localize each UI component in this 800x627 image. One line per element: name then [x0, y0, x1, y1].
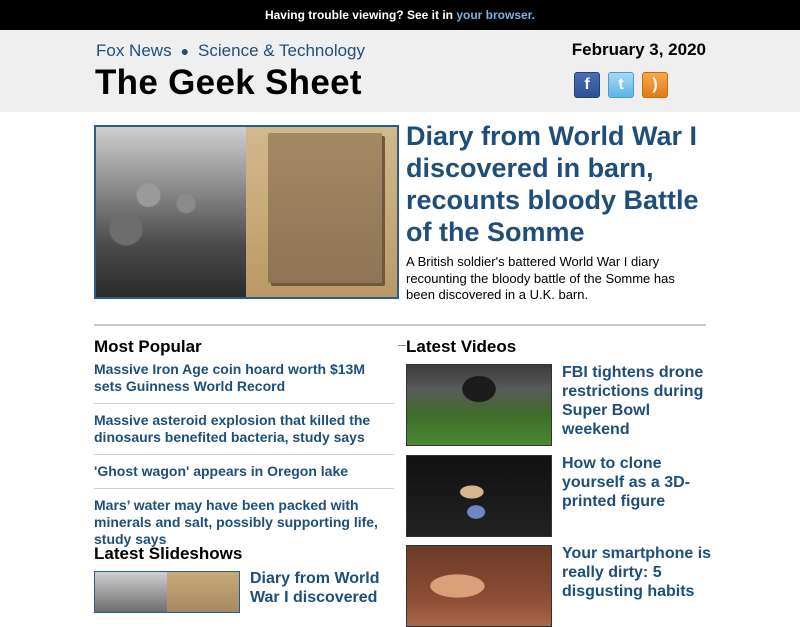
popular-story-link[interactable]: Massive asteroid explosion that killed t… [94, 412, 394, 455]
latest-videos-heading: Latest Videos [406, 337, 517, 356]
most-popular-list: Massive Iron Age coin hoard worth $13M s… [94, 361, 394, 564]
section-divider [94, 324, 706, 326]
lead-story-summary: A British soldier's battered World War I… [406, 254, 675, 302]
lead-story-headline[interactable]: Diary from World War I discovered in bar… [406, 120, 716, 248]
popular-story-link[interactable]: Massive Iron Age coin hoard worth $13M s… [94, 361, 394, 404]
latest-slideshows-heading: Latest Slideshows [94, 544, 243, 563]
video-item[interactable]: FBI tightens drone restrictions during S… [406, 364, 706, 446]
video-title[interactable]: How to clone yourself as a 3D-printed fi… [562, 454, 712, 511]
video-title[interactable]: Your smartphone is really dirty: 5 disgu… [562, 544, 712, 601]
newsletter-title[interactable]: The Geek Sheet [95, 63, 362, 103]
video-item[interactable]: Your smartphone is really dirty: 5 disgu… [406, 545, 711, 627]
slideshow-thumbnail[interactable] [94, 571, 240, 613]
divider-tick [398, 345, 406, 346]
facebook-icon[interactable]: f [574, 72, 600, 98]
slideshow-title[interactable]: Diary from World War I discovered [250, 569, 390, 607]
video-title[interactable]: FBI tightens drone restrictions during S… [562, 363, 712, 439]
breadcrumb: Fox News ● Science & Technology [96, 41, 365, 61]
breadcrumb-fox-news[interactable]: Fox News [96, 41, 172, 60]
rss-icon[interactable]: ) [642, 72, 668, 98]
lead-story-image[interactable] [94, 125, 399, 299]
popular-story-link[interactable]: 'Ghost wagon' appears in Oregon lake [94, 463, 394, 489]
diary-photo [167, 572, 239, 612]
view-in-browser-link[interactable]: your browser. [456, 8, 535, 22]
view-in-browser-bar: Having trouble viewing? See it in your b… [0, 0, 800, 30]
breadcrumb-science-tech[interactable]: Science & Technology [198, 41, 365, 60]
video-item[interactable]: How to clone yourself as a 3D-printed fi… [406, 455, 706, 537]
newsletter-date: February 3, 2020 [571, 40, 706, 59]
most-popular-heading: Most Popular [94, 337, 202, 356]
video-thumbnail-drone[interactable] [406, 364, 552, 446]
newsletter-header: Fox News ● Science & Technology February 3… [0, 30, 800, 112]
social-links: f t ) [574, 72, 668, 98]
view-in-browser-text: Having trouble viewing? See it in [264, 8, 457, 22]
diary-photo [246, 127, 397, 297]
bullet-separator: ● [180, 43, 190, 59]
video-thumbnail-3d-figure[interactable] [406, 455, 552, 537]
video-thumbnail-smartphone[interactable] [406, 545, 552, 627]
twitter-icon[interactable]: t [608, 72, 634, 98]
soldiers-photo [96, 127, 246, 297]
soldiers-photo [95, 572, 167, 612]
